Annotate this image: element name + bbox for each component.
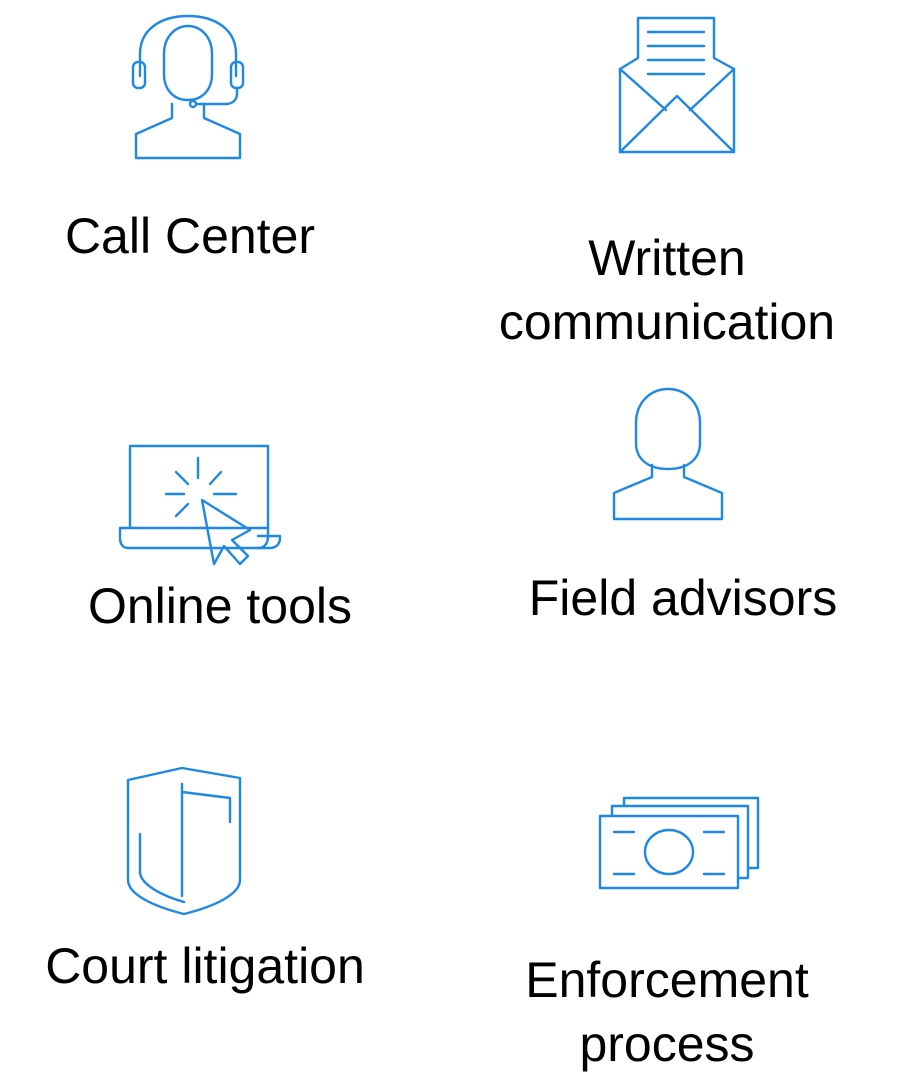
court-litigation-label: Court litigation [45, 938, 365, 994]
headset-person-icon [120, 10, 260, 165]
written-communication-label: Written communication [498, 230, 836, 350]
online-tools-label: Online tools [87, 578, 353, 634]
banknotes-icon [596, 792, 766, 902]
call-center-label: Call Center [64, 208, 316, 264]
shield-icon [120, 762, 250, 920]
laptop-click-icon [118, 440, 286, 576]
enforcement-process-label: Enforcement process [525, 952, 809, 1072]
field-advisors-label: Field advisors [528, 570, 838, 626]
person-icon [608, 385, 728, 525]
envelope-letter-icon [610, 12, 745, 157]
